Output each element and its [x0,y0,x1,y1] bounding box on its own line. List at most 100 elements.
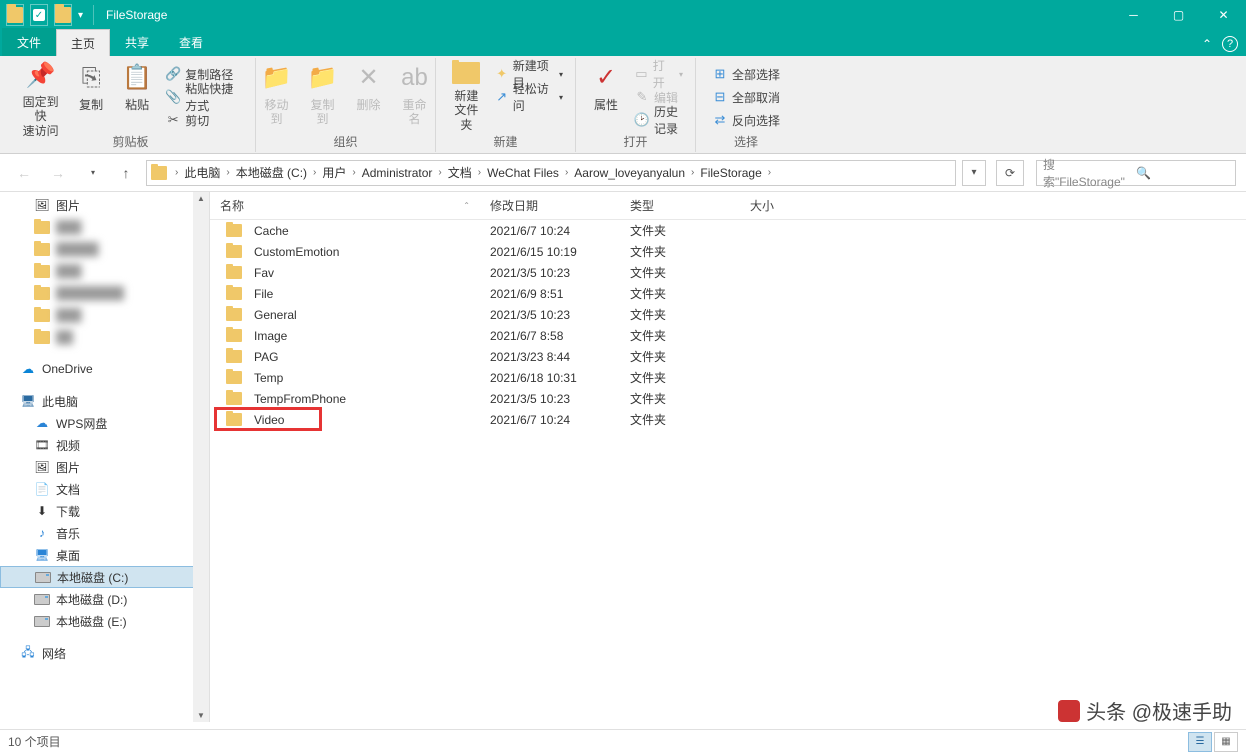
tree-network[interactable]: 🖧网络 [0,642,209,664]
group-new-label: 新建 [436,133,575,150]
tree-scrollbar[interactable]: ▲▼ [193,192,209,722]
address-dropdown-button[interactable]: ▾ [962,160,986,186]
tree-quick-item[interactable]: ██ [0,326,209,348]
window-title: FileStorage [100,8,167,22]
tree-quick-item[interactable]: ███ [0,216,209,238]
history-button[interactable]: 🕑历史记录 [630,110,687,130]
move-to-button: 📁移动到 [255,58,299,136]
collapse-ribbon-button[interactable] [1202,37,1212,51]
copy-button[interactable]: ⎘ 复制 [69,58,113,136]
breadcrumb-segment[interactable]: WeChat Files [485,166,561,180]
select-all-button[interactable]: ⊞全部选择 [708,64,784,84]
column-headers[interactable]: 名称⌃ 修改日期 类型 大小 [210,192,1246,220]
tree-pics[interactable]: 🖼图片 [0,456,209,478]
col-type[interactable]: 类型 [620,197,740,214]
folder-icon [226,413,242,426]
select-none-button[interactable]: ⊟全部取消 [708,87,784,107]
chevron-icon: › [434,167,445,178]
file-list[interactable]: 名称⌃ 修改日期 类型 大小 Cache2021/6/7 10:24文件夹Cus… [210,192,1246,722]
item-count: 10 个项目 [8,733,61,750]
address-bar[interactable]: › 此电脑›本地磁盘 (C:)›用户›Administrator›文档›WeCh… [146,160,956,186]
table-row[interactable]: General2021/3/5 10:23文件夹 [210,304,1246,325]
cut-button[interactable]: ✂剪切 [161,110,213,130]
folder-icon [226,308,242,321]
pin-quick-access-button[interactable]: 📌 固定到快 速访问 [14,58,67,136]
table-row[interactable]: Temp2021/6/18 10:31文件夹 [210,367,1246,388]
recent-locations-button[interactable]: ▾ [78,161,106,185]
refresh-button[interactable]: ⟳ [996,160,1024,186]
tree-onedrive[interactable]: ☁OneDrive [0,358,209,380]
tree-this-pc[interactable]: 🖥此电脑 [0,390,209,412]
tree-music[interactable]: ♪音乐 [0,522,209,544]
tree-quick-item[interactable]: ████████ [0,282,209,304]
table-row[interactable]: File2021/6/9 8:51文件夹 [210,283,1246,304]
tree-quick-item[interactable]: ███ [0,260,209,282]
breadcrumb-segment[interactable]: Administrator [360,166,435,180]
watermark-logo-icon [1058,700,1080,722]
tree-drive-e[interactable]: 本地磁盘 (E:) [0,610,209,632]
breadcrumb-segment[interactable]: 用户 [320,164,348,181]
paste-shortcut-button[interactable]: 📎粘贴快捷方式 [161,87,247,107]
forward-button[interactable]: → [44,161,72,185]
tree-videos[interactable]: 🎞视频 [0,434,209,456]
tree-drive-c[interactable]: 本地磁盘 (C:) [0,566,209,588]
minimize-button[interactable]: ─ [1111,0,1156,30]
breadcrumb-segment[interactable]: 此电脑 [182,164,222,181]
tree-pictures[interactable]: 🖼图片 [0,194,209,216]
tree-desktop[interactable]: 🖥桌面 [0,544,209,566]
qat-check-icon[interactable] [30,4,48,26]
close-button[interactable]: ✕ [1201,0,1246,30]
navigation-bar: ← → ▾ ↑ › 此电脑›本地磁盘 (C:)›用户›Administrator… [0,154,1246,192]
maximize-button[interactable]: ▢ [1156,0,1201,30]
paste-button[interactable]: 📋 粘贴 [115,58,159,136]
folder-icon [226,350,242,363]
chevron-icon: › [222,167,233,178]
up-button[interactable]: ↑ [112,161,140,185]
table-row[interactable]: CustomEmotion2021/6/15 10:19文件夹 [210,241,1246,262]
rename-button: ab重命名 [393,58,437,136]
breadcrumb-segment[interactable]: 文档 [446,164,474,181]
new-folder-button[interactable]: 新建 文件夹 [444,58,489,136]
view-details-button[interactable]: ☰ [1188,732,1212,752]
table-row[interactable]: PAG2021/3/23 8:44文件夹 [210,346,1246,367]
table-row[interactable]: Cache2021/6/7 10:24文件夹 [210,220,1246,241]
delete-button: ✕删除 [347,58,391,136]
tree-drive-d[interactable]: 本地磁盘 (D:) [0,588,209,610]
table-row[interactable]: Video2021/6/7 10:24文件夹 [210,409,1246,430]
tab-share[interactable]: 共享 [110,28,164,56]
copy-to-button: 📁复制到 [301,58,345,136]
view-icons-button[interactable]: ▦ [1214,732,1238,752]
group-select-label: 选择 [696,133,796,150]
easy-access-button[interactable]: ↗轻松访问▾ [491,87,567,107]
watermark: 头条 @极速手助 [1058,696,1232,725]
col-date[interactable]: 修改日期 [480,197,620,214]
breadcrumb-segment[interactable]: FileStorage [698,166,763,180]
breadcrumb-segment[interactable]: Aarow_loveyanyalun [572,166,687,180]
table-row[interactable]: Fav2021/3/5 10:23文件夹 [210,262,1246,283]
tree-docs[interactable]: 📄文档 [0,478,209,500]
col-name[interactable]: 名称⌃ [210,197,480,214]
tab-view[interactable]: 查看 [164,28,218,56]
properties-button[interactable]: ✓属性 [584,58,628,136]
tab-home[interactable]: 主页 [56,29,110,56]
chevron-icon: › [764,167,775,178]
navigation-tree[interactable]: 🖼图片 ████████████████████████ ☁OneDrive 🖥… [0,192,210,722]
back-button[interactable]: ← [10,161,38,185]
open-button: ▭打开▾ [630,64,687,84]
qat-folder-icon[interactable] [54,4,72,26]
table-row[interactable]: TempFromPhone2021/3/5 10:23文件夹 [210,388,1246,409]
invert-selection-button[interactable]: ⇄反向选择 [708,110,784,130]
col-size[interactable]: 大小 [740,197,840,214]
help-button[interactable]: ? [1222,36,1238,52]
tree-quick-item[interactable]: █████ [0,238,209,260]
tree-downloads[interactable]: ⬇下载 [0,500,209,522]
tree-wps[interactable]: ☁WPS网盘 [0,412,209,434]
search-input[interactable]: 搜索"FileStorage" 🔍 [1036,160,1236,186]
group-open-label: 打开 [576,133,695,150]
chevron-icon: › [561,167,572,178]
chevron-icon: › [309,167,320,178]
breadcrumb-segment[interactable]: 本地磁盘 (C:) [234,164,309,181]
tree-quick-item[interactable]: ███ [0,304,209,326]
tab-file[interactable]: 文件 [2,28,56,56]
table-row[interactable]: Image2021/6/7 8:58文件夹 [210,325,1246,346]
